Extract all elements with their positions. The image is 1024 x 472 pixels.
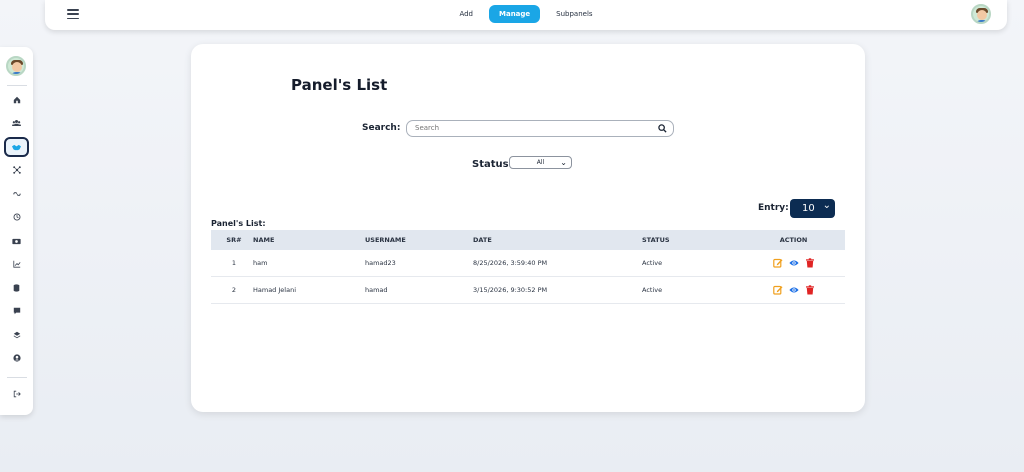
- edit-icon[interactable]: [772, 285, 783, 295]
- top-nav: Add Manage Subpanels: [45, 5, 1007, 23]
- cell-name: ham: [253, 259, 268, 267]
- sidebar-avatar[interactable]: [6, 56, 26, 76]
- cell-status: Active: [642, 286, 663, 294]
- sidebar-divider: [7, 85, 27, 86]
- top-bar: Add Manage Subpanels: [45, 0, 1007, 30]
- money-icon[interactable]: [6, 232, 27, 250]
- search-input[interactable]: [415, 124, 645, 132]
- delete-icon[interactable]: [805, 285, 815, 295]
- users-icon[interactable]: [6, 114, 27, 132]
- header-username: USERNAME: [365, 236, 406, 244]
- entry-select[interactable]: 10 ⌄: [790, 199, 835, 218]
- panel-list-card: Panel's List Search: Status All ⌄ Entry:…: [191, 44, 865, 412]
- header-status: STATUS: [642, 236, 670, 244]
- cell-actions: [742, 258, 845, 268]
- table-row: 2 Hamad Jelani hamad 3/15/2026, 9:30:52 …: [211, 277, 845, 304]
- status-select-value: All: [536, 159, 545, 166]
- chevron-down-icon: ⌄: [822, 200, 831, 211]
- table-row: 1 ham hamad23 8/25/2026, 3:59:40 PM Acti…: [211, 250, 845, 277]
- header-name: NAME: [253, 236, 275, 244]
- header-date: DATE: [473, 236, 492, 244]
- entry-label: Entry:: [758, 203, 789, 213]
- link-icon[interactable]: [6, 185, 27, 203]
- home-icon[interactable]: [6, 91, 27, 109]
- tab-subpanels[interactable]: Subpanels: [546, 5, 602, 23]
- chat-icon[interactable]: [6, 302, 27, 320]
- sidebar: [0, 47, 33, 415]
- network-icon[interactable]: [6, 161, 27, 179]
- list-caption: Panel's List:: [211, 219, 266, 228]
- tab-manage[interactable]: Manage: [489, 5, 541, 23]
- cell-date: 3/15/2026, 9:30:52 PM: [473, 286, 548, 294]
- table-header: SR# NAME USERNAME DATE STATUS ACTION: [211, 230, 845, 250]
- cell-username: hamad: [365, 286, 388, 294]
- view-icon[interactable]: [788, 285, 799, 295]
- history-icon[interactable]: [6, 208, 27, 226]
- cell-actions: [742, 285, 845, 295]
- cell-name: Hamad Jelani: [253, 286, 297, 294]
- layers-icon[interactable]: [6, 326, 27, 344]
- delete-icon[interactable]: [805, 258, 815, 268]
- user-circle-icon[interactable]: [6, 349, 27, 367]
- cell-username: hamad23: [365, 259, 396, 267]
- page-title: Panel's List: [291, 76, 388, 94]
- edit-icon[interactable]: [772, 258, 783, 268]
- chevron-down-icon: ⌄: [560, 158, 567, 167]
- header-action: ACTION: [779, 236, 808, 244]
- sidebar-divider: [7, 377, 27, 378]
- status-label: Status: [472, 159, 509, 170]
- database-icon[interactable]: [6, 279, 27, 297]
- cell-date: 8/25/2026, 3:59:40 PM: [473, 259, 548, 267]
- user-avatar[interactable]: [971, 4, 991, 24]
- chart-icon[interactable]: [6, 255, 27, 273]
- cell-status: Active: [642, 259, 663, 267]
- logout-icon[interactable]: [6, 385, 27, 403]
- cell-sr: 2: [231, 286, 237, 294]
- tab-add[interactable]: Add: [449, 5, 483, 23]
- handshake-icon[interactable]: [4, 137, 29, 157]
- search-icon[interactable]: [658, 124, 667, 133]
- status-select[interactable]: All ⌄: [509, 156, 572, 169]
- search-label: Search:: [362, 123, 401, 133]
- cell-sr: 1: [231, 259, 237, 267]
- panels-table: SR# NAME USERNAME DATE STATUS ACTION 1 h…: [211, 230, 845, 304]
- view-icon[interactable]: [788, 258, 799, 268]
- search-box[interactable]: [406, 120, 674, 137]
- header-sr: SR#: [226, 236, 242, 244]
- entry-select-value: 10: [802, 203, 815, 214]
